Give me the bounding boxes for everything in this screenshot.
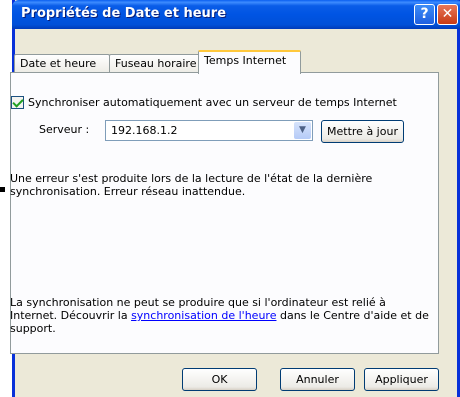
- time-sync-help-link[interactable]: synchronisation de l'heure: [131, 309, 276, 322]
- background-artifact: [0, 187, 5, 192]
- apply-button[interactable]: Appliquer: [364, 368, 439, 391]
- server-value: 192.168.1.2: [111, 124, 178, 137]
- sync-checkbox[interactable]: [11, 96, 24, 109]
- tab-temps-internet[interactable]: Temps Internet: [198, 50, 301, 74]
- tab-date-et-heure[interactable]: Date et heure: [14, 54, 110, 73]
- chevron-down-icon[interactable]: ▼: [294, 122, 311, 139]
- title-bar[interactable]: Propriétés de Date et heure ? ✕: [12, 0, 460, 29]
- update-now-button[interactable]: Mettre à jour: [321, 120, 404, 143]
- sync-checkbox-label: Synchroniser automatiquement avec un ser…: [28, 96, 397, 109]
- ok-button[interactable]: OK: [182, 368, 257, 391]
- error-message: Une erreur s'est produite lors de la lec…: [10, 172, 373, 198]
- tab-fuseau-horaire[interactable]: Fuseau horaire: [109, 54, 202, 73]
- sync-info-message: La synchronisation ne peut se produire q…: [10, 296, 435, 335]
- sync-checkbox-row[interactable]: Synchroniser automatiquement avec un ser…: [11, 96, 397, 109]
- server-label: Serveur :: [39, 123, 90, 136]
- window-title: Propriétés de Date et heure: [21, 6, 227, 21]
- help-icon[interactable]: ?: [414, 4, 435, 25]
- close-icon[interactable]: ✕: [437, 4, 458, 25]
- server-combobox[interactable]: 192.168.1.2 ▼: [105, 120, 313, 141]
- cancel-button[interactable]: Annuler: [280, 368, 355, 391]
